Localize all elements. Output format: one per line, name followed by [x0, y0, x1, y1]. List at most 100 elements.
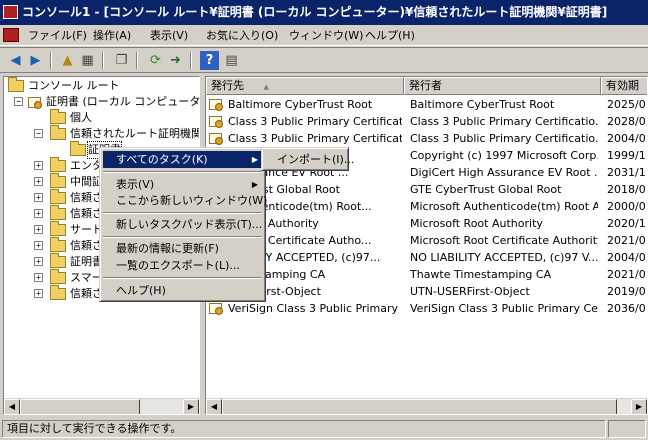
column-issued-by[interactable]: 発行者 [404, 77, 601, 95]
cell-expiration: 2021/0 [607, 268, 646, 281]
expand-icon[interactable]: + [34, 241, 43, 250]
table-row[interactable]: Timestamping CA Thawte Timestamping CA 202… [206, 266, 647, 283]
cell-issued-by: VeriSign Class 3 Public Primary Ce... [410, 302, 598, 315]
cell-issued-by: Microsoft Authenticode(tm) Root A... [410, 200, 598, 213]
table-row[interactable]: Class 3 Public Primary Certificat... Clas… [206, 130, 647, 147]
column-expiration[interactable]: 有効期 [601, 77, 647, 95]
submenu-arrow-icon: ▶ [251, 180, 258, 189]
toolbar: ◀ ▶ ▲ ▦ ❐ ⟳ ➜ ? ▤ [0, 47, 648, 73]
folder-icon [50, 237, 66, 252]
copy-icon[interactable]: ❐ [112, 51, 131, 70]
folder-icon [70, 141, 86, 156]
export-list-icon[interactable]: ➜ [166, 51, 185, 70]
expand-icon[interactable]: + [34, 177, 43, 186]
toolbar-separator [50, 52, 52, 69]
cell-issued-by: Class 3 Public Primary Certificatio... [410, 132, 598, 145]
certificate-icon [209, 303, 223, 315]
menu-favorites[interactable]: お気に入り(O) [206, 28, 278, 43]
context-menu: すべてのタスク(K) ▶ 表示(V) ▶ ここから新しいウィンドウ(W) 新しい… [99, 147, 267, 302]
menu-file[interactable]: ファイル(F) [28, 28, 87, 43]
folder-icon [50, 205, 66, 220]
toolbar-separator [136, 52, 138, 69]
menu-item-view[interactable]: 表示(V) ▶ [103, 176, 262, 193]
expand-icon[interactable]: + [34, 161, 43, 170]
cell-issued-to: VeriSign Class 3 Public Primary ... [228, 302, 402, 315]
tree-horizontal-scrollbar[interactable]: ◀ ▶ [4, 398, 199, 414]
cell-issued-by: UTN-USERFirst-Object [410, 285, 530, 298]
menu-window[interactable]: ウィンドウ(W) [289, 28, 363, 43]
folder-icon [50, 173, 66, 188]
expand-icon[interactable]: + [34, 273, 43, 282]
folder-icon [50, 189, 66, 204]
expand-icon[interactable]: + [34, 209, 43, 218]
submenu-arrow-icon: ▶ [251, 155, 258, 164]
scroll-right-icon[interactable]: ▶ [183, 399, 199, 414]
cell-expiration: 2036/0 [607, 302, 646, 315]
column-issued-to[interactable]: 発行先 ▲ [206, 77, 404, 95]
cell-issued-to: Class 3 Public Primary Certificat... [228, 132, 402, 145]
menu-action[interactable]: 操作(A) [93, 28, 131, 43]
menu-item-all-tasks[interactable]: すべてのタスク(K) ▶ [103, 151, 262, 168]
menu-help[interactable]: ヘルプ(H) [365, 28, 415, 43]
expand-icon[interactable]: + [34, 193, 43, 202]
cell-expiration: 2028/0 [607, 115, 646, 128]
properties-icon[interactable]: ▤ [222, 51, 241, 70]
forward-arrow-icon[interactable]: ▶ [26, 51, 45, 70]
certificate-snapin-icon [28, 97, 42, 109]
folder-icon [50, 285, 66, 300]
cell-issued-by: Baltimore CyberTrust Root [410, 98, 555, 111]
menu-item-export-list[interactable]: 一覧のエクスポート(L)... [103, 257, 262, 274]
cell-issued-by: Thawte Timestamping CA [410, 268, 552, 281]
menu-view[interactable]: 表示(V) [150, 28, 188, 43]
table-row[interactable]: t Authenticode(tm) Root... Microsoft Auth… [206, 198, 647, 215]
title-bar: コンソール1 - [コンソール ルート¥証明書 (ローカル コンピューター)¥信… [0, 0, 648, 25]
folder-icon [50, 221, 66, 236]
scroll-right-icon[interactable]: ▶ [631, 399, 647, 414]
menu-item-import[interactable]: インポート(I)... [265, 151, 354, 168]
collapse-icon[interactable]: − [14, 97, 23, 106]
cell-issued-by: Microsoft Root Authority [410, 217, 543, 230]
folder-icon [50, 125, 66, 140]
expand-icon[interactable]: + [34, 257, 43, 266]
mmc-app-icon [3, 5, 18, 19]
cell-expiration: 2021/0 [607, 234, 646, 247]
table-row[interactable]: ft Root Certificate Autho... Microsoft Ro… [206, 232, 647, 249]
cell-expiration: 2004/0 [607, 251, 646, 264]
cell-expiration: 2019/0 [607, 285, 646, 298]
expand-icon[interactable]: + [34, 289, 43, 298]
back-arrow-icon[interactable]: ◀ [6, 51, 25, 70]
cell-expiration: 2031/1 [607, 166, 646, 179]
table-row[interactable]: IABILITY ACCEPTED, (c)97... NO LIABILITY … [206, 249, 647, 266]
column-headers: 発行先 ▲ 発行者 有効期 [206, 77, 647, 95]
scroll-left-icon[interactable]: ◀ [4, 399, 20, 414]
table-row[interactable]: ft Root Authority Microsoft Root Authorit… [206, 215, 647, 232]
console-menu-icon[interactable] [3, 28, 19, 42]
menu-item-help[interactable]: ヘルプ(H) [103, 282, 262, 299]
scrollbar-thumb[interactable] [222, 399, 617, 414]
certificate-list[interactable]: 発行先 ▲ 発行者 有効期 Baltimore CyberTrust Root B… [205, 76, 648, 415]
help-icon[interactable]: ? [200, 51, 219, 70]
table-row[interactable]: VeriSign Class 3 Public Primary ... VeriS… [206, 300, 647, 317]
cell-expiration: 2000/0 [607, 200, 646, 213]
menu-item-new-window[interactable]: ここから新しいウィンドウ(W) [103, 192, 267, 209]
menu-separator [103, 277, 262, 279]
cell-expiration: 2018/0 [607, 183, 646, 196]
up-folder-icon[interactable]: ▲ [58, 51, 77, 70]
table-row[interactable]: berTrust Global Root GTE CyberTrust Globa… [206, 181, 647, 198]
table-row[interactable]: Class 3 Public Primary Certificat... Clas… [206, 113, 647, 130]
refresh-icon[interactable]: ⟳ [146, 51, 165, 70]
cell-expiration: 2004/0 [607, 132, 646, 145]
scrollbar-thumb[interactable] [20, 399, 140, 414]
table-row[interactable]: Baltimore CyberTrust Root Baltimore Cyber… [206, 96, 647, 113]
certificate-icon [209, 99, 223, 111]
all-tasks-submenu: インポート(I)... [261, 147, 354, 171]
table-row[interactable]: USERFirst-Object UTN-USERFirst-Object 2019… [206, 283, 647, 300]
expand-icon[interactable]: + [34, 225, 43, 234]
show-hide-tree-icon[interactable]: ▦ [78, 51, 97, 70]
menu-item-refresh[interactable]: 最新の情報に更新(F) [103, 240, 262, 257]
scroll-left-icon[interactable]: ◀ [206, 399, 222, 414]
folder-icon [50, 269, 66, 284]
list-horizontal-scrollbar[interactable]: ◀ ▶ [206, 398, 647, 414]
menu-item-new-taskpad[interactable]: 新しいタスクパッド表示(T)... [103, 216, 262, 233]
collapse-icon[interactable]: − [34, 129, 43, 138]
